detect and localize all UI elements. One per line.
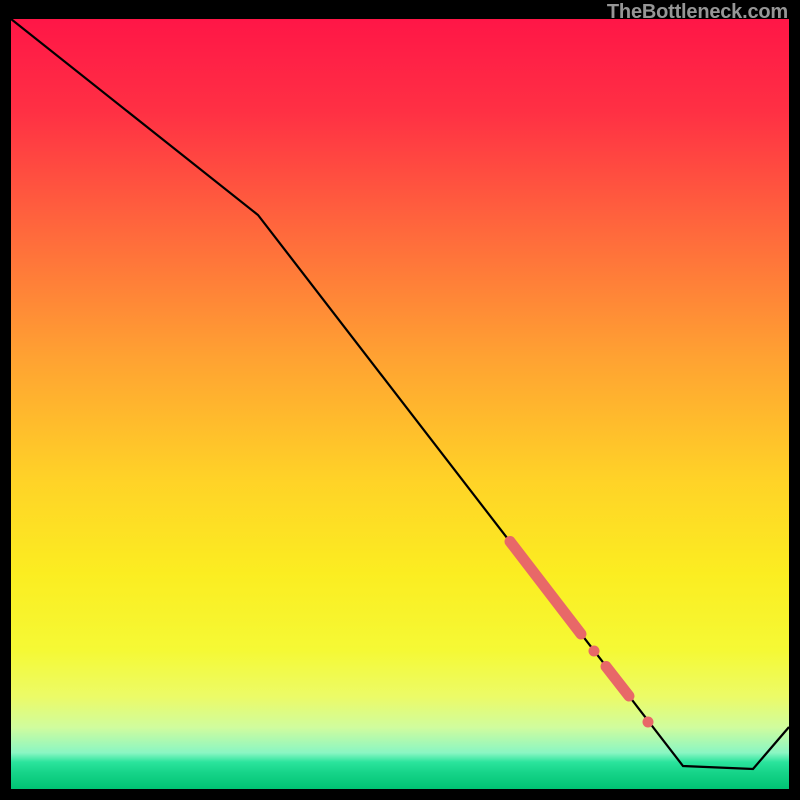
chart-container: TheBottleneck.com (0, 0, 800, 800)
chart-svg (11, 19, 789, 789)
marker-dot-d (643, 717, 654, 728)
watermark-text: TheBottleneck.com (607, 1, 788, 24)
marker-dot-b (589, 646, 600, 657)
plot-area (11, 19, 789, 789)
gradient-background (11, 19, 789, 789)
